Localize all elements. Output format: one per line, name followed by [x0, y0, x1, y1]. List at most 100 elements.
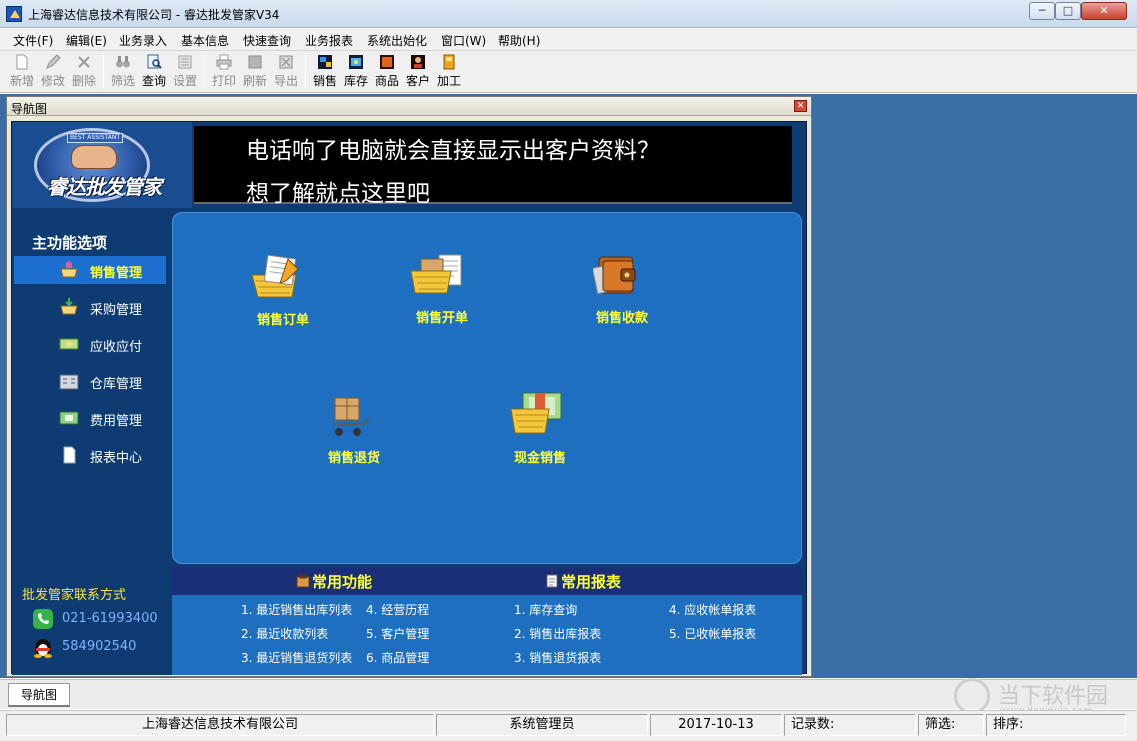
status-records: 记录数: [784, 714, 916, 736]
sales-order-icon [251, 255, 299, 298]
money-icon [59, 338, 79, 350]
common-function-link[interactable]: 2. 最近收款列表 [241, 625, 328, 642]
toolbar: 新增 修改 删除 筛选 查询 设置 打印 刷新 导出 销售 库存 商品 客户 加… [0, 51, 1137, 93]
common-report-link[interactable]: 5. 已收帐单报表 [669, 625, 756, 642]
menu-edit[interactable]: 编辑(E) [66, 32, 107, 49]
cash-sale-icon [510, 392, 562, 434]
common-function-link[interactable]: 5. 客户管理 [366, 625, 429, 642]
navigation-window-titlebar[interactable]: 导航图 ✕ [7, 97, 811, 116]
status-user: 系统管理员 [436, 714, 648, 736]
watermark-logo-icon [954, 678, 990, 714]
common-function-link[interactable]: 1. 最近销售出库列表 [241, 601, 352, 618]
navigation-window-title: 导航图 [11, 102, 48, 116]
common-reports-title: 常用报表 [545, 571, 621, 592]
function-sales-return[interactable]: 销售退货 [299, 396, 409, 476]
menu-help[interactable]: 帮助(H) [498, 32, 540, 49]
settings-icon [178, 55, 192, 69]
sidebar-item-label: 仓库管理 [90, 377, 143, 392]
sidebar-item-purchase[interactable]: 采购管理 [14, 293, 166, 321]
sidebar-item-label: 采购管理 [90, 303, 143, 318]
logo-area: BEST ASSISTANT 睿达批发管家 [12, 122, 192, 208]
status-company: 上海睿达信息技术有限公司 [6, 714, 434, 736]
inventory-toolbar-button[interactable]: 库存 [341, 53, 371, 91]
query-button[interactable]: 查询 [139, 53, 169, 91]
sidebar-item-sales[interactable]: 销售管理 [14, 256, 166, 284]
menu-file[interactable]: 文件(F) [13, 32, 53, 49]
function-label: 销售订单 [256, 313, 309, 328]
contact-heading: 批发管家联系方式 [22, 588, 127, 603]
menu-business-reports[interactable]: 业务报表 [305, 32, 353, 49]
window-titlebar: 上海睿达信息技术有限公司 - 睿达批发管家V34 ─ □ ✕ [0, 0, 1137, 28]
process-toolbar-button[interactable]: 加工 [434, 53, 464, 91]
navigation-body: BEST ASSISTANT 睿达批发管家 电话响了电脑就会直接显示出客户资料？… [11, 121, 807, 675]
print-button[interactable]: 打印 [209, 53, 239, 91]
sidebar-heading: 主功能选项 [32, 234, 108, 252]
clipboard-icon [546, 574, 558, 588]
sales-invoice-icon [410, 254, 462, 294]
process-toolbar-label: 加工 [436, 74, 461, 88]
navigation-window: 导航图 ✕ BEST ASSISTANT 睿达批发管家 电话响了电脑就会直接显示… [6, 96, 812, 677]
new-button[interactable]: 新增 [7, 53, 37, 91]
menu-basic-info[interactable]: 基本信息 [181, 32, 229, 49]
status-filter: 筛选: [918, 714, 984, 736]
purchase-basket-icon [60, 298, 78, 315]
sidebar-item-expense[interactable]: 费用管理 [14, 404, 166, 432]
settings-button[interactable]: 设置 [170, 53, 200, 91]
menu-bar: 文件(F) 编辑(E) 业务录入 基本信息 快速查询 业务报表 系统出始化 窗口… [0, 29, 1137, 51]
menu-system-init[interactable]: 系统出始化 [367, 32, 427, 49]
function-cash-sale[interactable]: 现金销售 [485, 391, 595, 471]
goods-toolbar-button[interactable]: 商品 [372, 53, 402, 91]
contact-qq-number: 584902540 [62, 639, 137, 654]
common-report-link[interactable]: 2. 销售出库报表 [514, 625, 601, 642]
app-icon [6, 6, 22, 22]
common-report-link[interactable]: 3. 销售退货报表 [514, 649, 601, 666]
common-report-link[interactable]: 1. 库存查询 [514, 601, 577, 618]
navigation-window-close-button[interactable]: ✕ [794, 100, 807, 112]
tab-navigation[interactable]: 导航图 [8, 683, 70, 707]
sidebar-item-reports[interactable]: 报表中心 [14, 441, 166, 469]
common-function-link[interactable]: 3. 最近销售退货列表 [241, 649, 352, 666]
menu-quick-query[interactable]: 快速查询 [243, 32, 291, 49]
common-function-link[interactable]: 4. 经营历程 [366, 601, 429, 618]
promo-banner[interactable]: 电话响了电脑就会直接显示出客户资料？ 想了解就点这里吧 [194, 126, 792, 207]
query-icon [147, 54, 162, 69]
menu-window[interactable]: 窗口(W) [441, 32, 486, 49]
edit-button[interactable]: 修改 [38, 53, 68, 91]
goods-icon [380, 55, 394, 69]
export-button[interactable]: 导出 [271, 53, 301, 91]
customer-toolbar-button[interactable]: 客户 [403, 53, 433, 91]
status-bar: 上海睿达信息技术有限公司 系统管理员 2017-10-13 记录数: 筛选: 排… [0, 710, 1137, 741]
main-function-sidebar: 主功能选项 销售管理 采购管理 应收应付 仓库管理 费用管理 报表中心 批发管家… [12, 208, 172, 675]
function-label: 销售收款 [595, 311, 648, 326]
phone-icon [33, 609, 53, 629]
common-functions-title: 常用功能 [296, 571, 372, 592]
common-header: 常用功能 常用报表 [172, 567, 802, 595]
sidebar-item-label: 应收应付 [90, 340, 143, 355]
sidebar-item-warehouse[interactable]: 仓库管理 [14, 367, 166, 395]
qq-penguin-icon [34, 639, 52, 658]
common-report-link[interactable]: 4. 应收帐单报表 [669, 601, 756, 618]
banner-line-1: 电话响了电脑就会直接显示出客户资料？ [246, 138, 660, 164]
filter-button[interactable]: 筛选 [108, 53, 138, 91]
contact-phone-number: 021-61993400 [62, 611, 158, 626]
sidebar-item-label: 费用管理 [90, 414, 143, 429]
function-label: 销售退货 [327, 451, 380, 466]
function-sales-invoice[interactable]: 销售开单 [387, 253, 497, 333]
sales-basket-icon [60, 261, 78, 278]
sidebar-item-receivables[interactable]: 应收应付 [14, 330, 166, 358]
common-function-link[interactable]: 6. 商品管理 [366, 649, 429, 666]
refresh-button[interactable]: 刷新 [240, 53, 270, 91]
menu-business-entry[interactable]: 业务录入 [119, 32, 167, 49]
logo-ribbon: BEST ASSISTANT [67, 133, 123, 143]
close-button[interactable]: ✕ [1081, 2, 1127, 20]
function-sales-order[interactable]: 销售订单 [228, 255, 338, 335]
wallet-icon [593, 256, 636, 295]
sales-toolbar-button[interactable]: 销售 [310, 53, 340, 91]
maximize-button[interactable]: □ [1055, 2, 1081, 20]
mdi-workspace: 导航图 ✕ BEST ASSISTANT 睿达批发管家 电话响了电脑就会直接显示… [0, 94, 1137, 678]
toolbox-icon [296, 574, 310, 588]
handshake-icon [71, 145, 117, 169]
function-sales-collection[interactable]: 销售收款 [567, 253, 677, 333]
minimize-button[interactable]: ─ [1029, 2, 1055, 20]
delete-button[interactable]: 删除 [69, 53, 99, 91]
